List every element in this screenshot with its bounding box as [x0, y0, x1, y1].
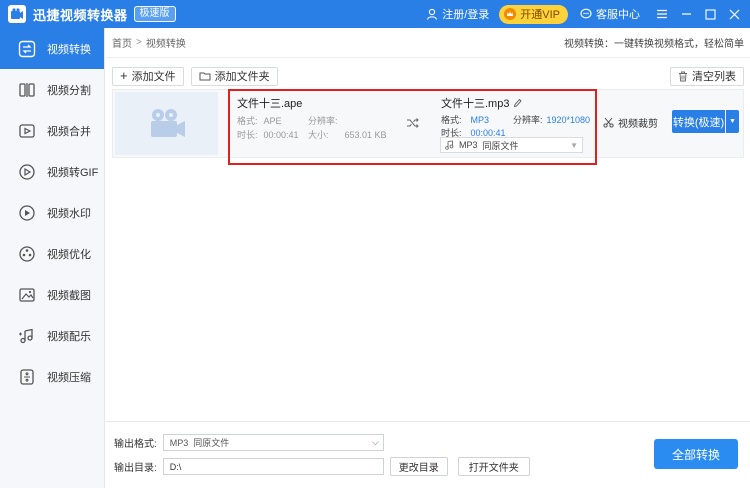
- clear-list-button[interactable]: 清空列表: [670, 66, 744, 86]
- vip-label: 开通VIP: [520, 9, 560, 21]
- edition-badge: 极速版: [133, 6, 176, 22]
- main-panel: 首页 > 视频转换 视频转换：一键转换视频格式，轻松简单 + 添加文件 添加文件…: [106, 28, 750, 488]
- open-folder-button[interactable]: 打开文件夹: [457, 457, 530, 476]
- output-dir-row: 输出目录: D:\ 更改目录 打开文件夹: [114, 457, 530, 476]
- close-icon: [729, 9, 739, 19]
- title-bar: 迅捷视频转换器 极速版 注册/登录 开通VIP 客服中心: [0, 0, 750, 28]
- chat-icon: [580, 8, 592, 19]
- add-folder-label: 添加文件夹: [214, 71, 270, 83]
- screenshot-icon: [17, 285, 37, 305]
- optimize-icon: [17, 244, 37, 264]
- sidebar-item-optimize[interactable]: 视频优化: [0, 233, 104, 274]
- gif-icon: [17, 162, 37, 182]
- page-hint: 视频转换：一键转换视频格式，轻松简单: [564, 39, 744, 50]
- crown-icon: [504, 8, 517, 20]
- breadcrumb-separator: >: [136, 37, 142, 48]
- output-dir-label: 输出目录:: [114, 463, 157, 474]
- output-format-select[interactable]: MP3 同原文件 ⌵: [162, 434, 384, 451]
- clear-list-label: 清空列表: [692, 71, 736, 83]
- sidebar-item-convert[interactable]: 视频转换: [0, 28, 104, 69]
- login-link[interactable]: 注册/登录: [426, 6, 489, 22]
- sidebar-item-label: 视频压缩: [47, 371, 91, 384]
- sidebar-item-screenshot[interactable]: 视频截图: [0, 274, 104, 315]
- sidebar-item-music[interactable]: 视频配乐: [0, 315, 104, 356]
- output-format-label: 输出格式:: [114, 439, 157, 450]
- folder-icon: [199, 72, 211, 81]
- minimize-icon: [681, 13, 691, 15]
- file-row: 文件十三.ape 格式: APE 分辨率: 时长: 00:00:41 大小: 653.…: [112, 89, 744, 165]
- maximize-icon: [704, 8, 716, 20]
- output-dir-input[interactable]: D:\: [162, 458, 384, 475]
- video-camera-icon: [150, 108, 185, 137]
- user-icon: [427, 8, 438, 20]
- bottom-panel: 输出格式: MP3 同原文件 ⌵ 输出目录: D:\ 更改目录 打开文件夹 全部…: [106, 421, 750, 488]
- video-thumbnail: [115, 92, 218, 155]
- sidebar-item-gif[interactable]: 视频转GIF: [0, 151, 104, 192]
- chevron-down-icon: ▼: [729, 118, 736, 125]
- convert-all-button[interactable]: 全部转换: [654, 439, 738, 469]
- add-file-button[interactable]: + 添加文件: [112, 66, 184, 86]
- output-dir-value: D:\: [169, 461, 182, 472]
- music-icon: [17, 326, 37, 346]
- compress-icon: [17, 367, 37, 387]
- output-format-quality: 同原文件: [193, 438, 230, 448]
- maximize-button[interactable]: [698, 0, 722, 28]
- app-title: 迅捷视频转换器: [33, 7, 128, 23]
- toolbar: + 添加文件 添加文件夹 清空列表: [106, 63, 750, 89]
- service-link[interactable]: 客服中心: [580, 6, 640, 22]
- vip-button[interactable]: 开通VIP: [499, 4, 568, 24]
- sidebar-item-split[interactable]: 视频分割: [0, 69, 104, 110]
- trash-icon: [679, 71, 687, 81]
- sidebar-item-label: 视频转GIF: [47, 166, 99, 179]
- watermark-icon: [17, 203, 37, 223]
- menu-button[interactable]: [650, 0, 674, 28]
- scissors-icon: [603, 117, 614, 128]
- split-icon: [17, 80, 37, 100]
- video-cut-label: 视频裁剪: [618, 119, 658, 130]
- sidebar-item-label: 视频水印: [47, 207, 91, 220]
- sidebar-item-label: 视频优化: [47, 248, 91, 261]
- breadcrumb-current: 视频转换: [145, 39, 186, 50]
- sidebar-item-label: 视频截图: [47, 289, 91, 302]
- sidebar: 视频转换 视频分割 视频合并 视频转GIF 视频水印 视频优化 视频截图 视频配…: [0, 28, 105, 488]
- merge-icon: [17, 121, 37, 141]
- convert-fast-button[interactable]: 转换(极速) ▼: [672, 110, 739, 133]
- sidebar-item-merge[interactable]: 视频合并: [0, 110, 104, 151]
- plus-icon: +: [120, 68, 128, 83]
- sidebar-item-label: 视频转换: [47, 43, 91, 56]
- sidebar-item-watermark[interactable]: 视频水印: [0, 192, 104, 233]
- breadcrumb-home[interactable]: 首页: [112, 35, 132, 50]
- service-label: 客服中心: [596, 9, 640, 21]
- add-file-label: 添加文件: [131, 71, 176, 83]
- change-dir-button[interactable]: 更改目录: [389, 457, 448, 476]
- convert-fast-label[interactable]: 转换(极速): [672, 110, 725, 133]
- highlight-box: [228, 89, 597, 165]
- breadcrumb: 首页 > 视频转换 视频转换：一键转换视频格式，轻松简单: [106, 28, 750, 58]
- convert-icon: [17, 39, 37, 59]
- app-logo-icon: [8, 5, 26, 23]
- login-label: 注册/登录: [442, 9, 490, 21]
- output-format-row: 输出格式: MP3 同原文件 ⌵: [114, 434, 384, 451]
- sidebar-item-label: 视频配乐: [47, 330, 91, 343]
- sidebar-item-compress[interactable]: 视频压缩: [0, 356, 104, 397]
- chevron-down-icon: ⌵: [371, 437, 379, 447]
- output-format-value: MP3: [169, 437, 189, 448]
- add-folder-button[interactable]: 添加文件夹: [190, 66, 278, 86]
- convert-options-dropdown[interactable]: ▼: [726, 110, 739, 133]
- sidebar-item-label: 视频分割: [47, 84, 91, 97]
- close-button[interactable]: [722, 0, 746, 28]
- sidebar-item-label: 视频合并: [47, 125, 91, 138]
- video-cut-button[interactable]: 视频裁剪: [603, 115, 658, 130]
- minimize-button[interactable]: [674, 0, 698, 28]
- menu-icon: [657, 9, 667, 19]
